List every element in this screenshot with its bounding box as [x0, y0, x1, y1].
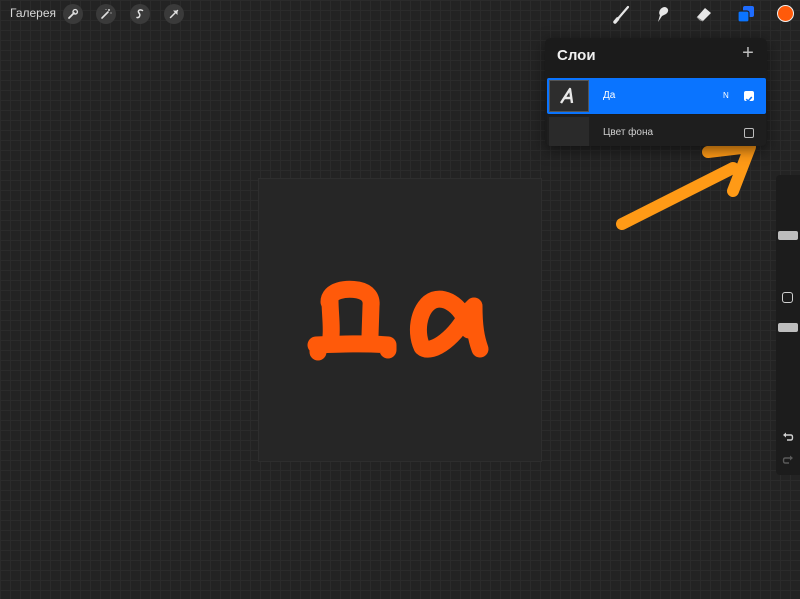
layers-panel-title: Слои — [557, 47, 596, 64]
brush-size-slider-handle[interactable] — [778, 231, 798, 240]
layers-panel: Слои + Да N Цвет фона — [545, 38, 767, 146]
sidebar — [776, 175, 800, 475]
modify-button[interactable] — [782, 292, 793, 303]
opacity-slider-handle[interactable] — [778, 323, 798, 332]
redo-icon — [782, 455, 793, 464]
layer-row-background-color[interactable]: Цвет фона — [547, 115, 766, 146]
blend-mode-button[interactable]: N — [723, 91, 729, 100]
text-layer-a-icon — [559, 87, 574, 104]
layer-thumbnail — [549, 117, 589, 146]
undo-button[interactable] — [781, 430, 795, 444]
add-layer-button[interactable]: + — [737, 42, 759, 66]
undo-icon — [783, 432, 794, 441]
checkmark-icon — [745, 96, 753, 103]
layer-thumbnail — [549, 80, 589, 112]
redo-button[interactable] — [781, 453, 795, 467]
layer-visibility-checkbox[interactable] — [744, 91, 754, 103]
layer-row-da[interactable]: Да N — [547, 78, 766, 114]
layer-name: Цвет фона — [603, 127, 654, 138]
layer-visibility-checkbox[interactable] — [744, 128, 754, 138]
layer-name: Да — [603, 90, 616, 101]
